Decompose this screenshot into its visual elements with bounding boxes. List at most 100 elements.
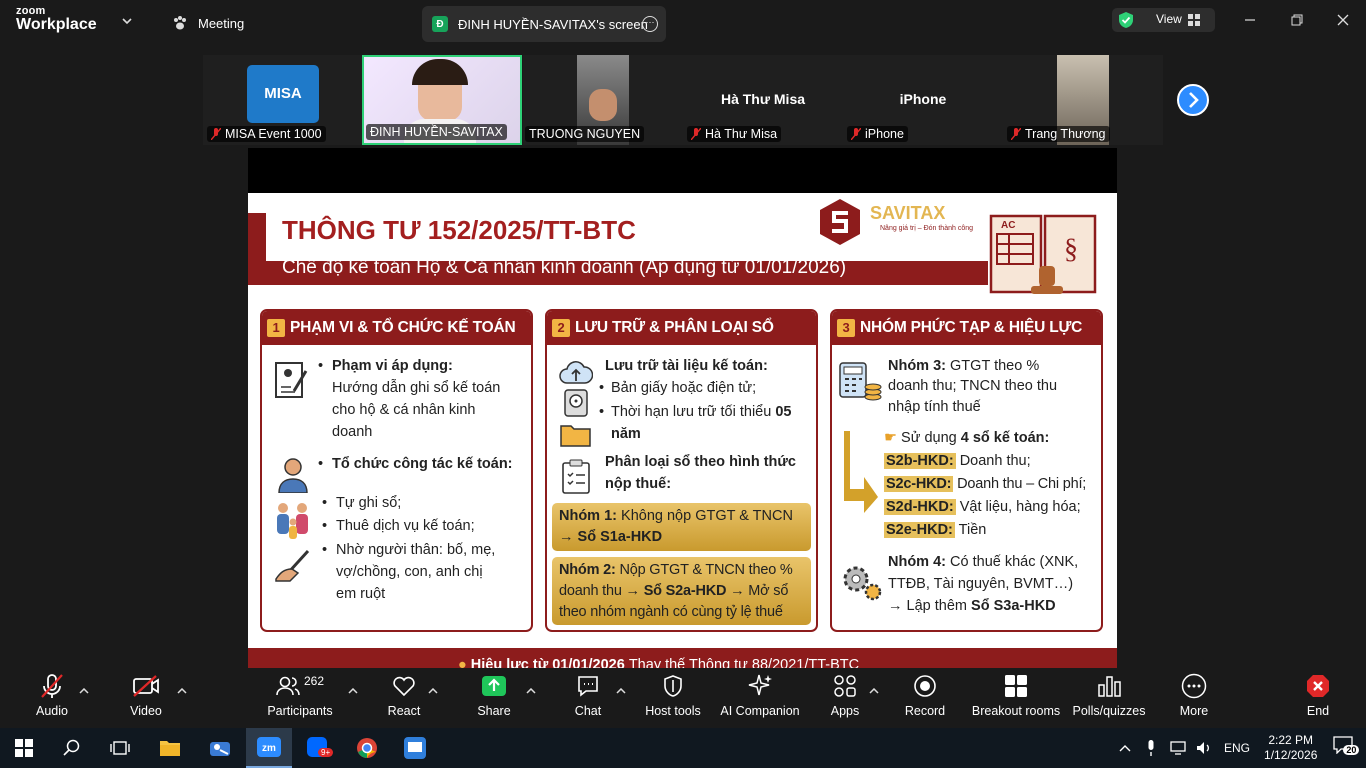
audio-button[interactable]: Audio xyxy=(30,668,74,728)
misa-logo: MISA xyxy=(247,65,319,123)
view-button[interactable]: View xyxy=(1112,8,1215,32)
participant-tile[interactable]: TRUONG NGUYEN xyxy=(523,55,683,145)
minimize-icon[interactable] xyxy=(1240,10,1260,30)
meeting-menu[interactable]: Meeting xyxy=(172,13,244,33)
remote-desktop-app[interactable] xyxy=(392,728,438,768)
book-desc: Doanh thu; xyxy=(959,453,1031,469)
mic-muted-icon xyxy=(1011,128,1021,140)
host-tools-label: Host tools xyxy=(645,704,701,718)
g4-line3: → Lập thêm Sổ S3a-HKD xyxy=(888,595,1056,617)
participant-tile[interactable]: iPhone iPhone xyxy=(843,55,1003,145)
apps-button[interactable]: Apps xyxy=(825,668,865,728)
calculator-coins-icon xyxy=(839,362,882,401)
savitax-wordmark: SAVITAX xyxy=(870,203,946,223)
participant-tile-active-speaker[interactable]: ĐINH HUYỀN-SAVITAX xyxy=(362,55,522,145)
group1-line2: → Sổ S1a-HKD xyxy=(559,527,804,548)
chevron-down-icon[interactable] xyxy=(121,15,133,27)
microphone-icon[interactable] xyxy=(1146,740,1156,756)
start-button[interactable] xyxy=(0,728,48,768)
chevron-up-icon[interactable] xyxy=(616,688,626,694)
network-icon[interactable] xyxy=(1170,741,1186,755)
panel-number: 2 xyxy=(552,319,570,337)
more-options-icon[interactable]: ··· xyxy=(642,16,658,32)
apps-label: Apps xyxy=(830,704,860,718)
family-icon xyxy=(277,503,308,539)
book-line: S2d-HKD: Vật liệu, hàng hóa; xyxy=(884,496,1081,518)
panel-complex-groups: 3 NHÓM PHỨC TẠP & HIỆU LỰC Nhóm 3: GTGT t… xyxy=(830,309,1103,632)
share-button[interactable]: Share xyxy=(474,668,514,728)
storage-years: 05 xyxy=(775,404,792,420)
gallery-next-button[interactable] xyxy=(1177,84,1209,116)
participant-face xyxy=(589,89,617,121)
chevron-up-icon[interactable] xyxy=(177,688,187,694)
polls-button[interactable]: Polls/quizzes xyxy=(1072,668,1146,728)
chevron-up-icon[interactable] xyxy=(1118,743,1132,753)
meeting-controls: Audio Video 262 Participants React Share… xyxy=(0,668,1366,728)
record-button[interactable]: Record xyxy=(902,668,948,728)
panel-header: 2 LƯU TRỮ & PHÂN LOẠI SỔ xyxy=(547,311,816,345)
breakout-rooms-button[interactable]: Breakout rooms xyxy=(970,668,1062,728)
clipboard-checklist-icon xyxy=(562,459,590,494)
logo-line2: Workplace xyxy=(16,16,97,33)
snipping-tool-app[interactable] xyxy=(196,728,244,768)
folder-icon xyxy=(560,425,591,447)
react-button[interactable]: React xyxy=(384,668,424,728)
notification-center[interactable]: 20 xyxy=(1333,736,1361,760)
video-button[interactable]: Video xyxy=(124,668,168,728)
g4-line2: TTĐB, Tài nguyên, BVMT…) xyxy=(888,576,1074,592)
shield-icon xyxy=(664,675,682,697)
book-code: S2b-HKD: xyxy=(884,453,956,469)
host-tools-button[interactable]: Host tools xyxy=(642,668,704,728)
restore-icon[interactable] xyxy=(1287,10,1307,30)
chevron-right-icon xyxy=(1189,92,1199,108)
heart-icon xyxy=(393,676,415,697)
participants-button[interactable]: 262 Participants xyxy=(266,668,334,728)
bullet-dot: • xyxy=(322,542,328,558)
group2-line2: doanh thu → Sổ S2a-HKD → Mở sổ xyxy=(559,581,804,602)
zalo-app[interactable]: 9+ xyxy=(294,728,342,768)
org-title-text: Tổ chức công tác kế toán: xyxy=(332,456,513,472)
zoom-app[interactable]: zm xyxy=(246,728,292,768)
ai-companion-button[interactable]: AI Companion xyxy=(718,668,802,728)
panel-header: 1 PHẠM VI & TỔ CHỨC KẾ TOÁN xyxy=(262,311,531,345)
remote-app-icon xyxy=(404,737,426,759)
zoom-logo: zoom Workplace xyxy=(16,6,97,33)
chrome-app[interactable] xyxy=(344,728,390,768)
end-button[interactable]: End xyxy=(1298,668,1338,728)
close-icon[interactable] xyxy=(1333,10,1353,30)
clock[interactable]: 2:22 PM 1/12/2026 xyxy=(1264,733,1317,763)
folder-icon xyxy=(160,741,180,756)
group1-label: Nhóm 1: xyxy=(559,508,617,524)
chevron-up-icon[interactable] xyxy=(526,688,536,694)
pointing-hand-icon: ☛ xyxy=(884,430,897,446)
meeting-label: Meeting xyxy=(198,15,245,31)
g3-line1: Nhóm 3: GTGT theo % xyxy=(888,355,1039,377)
search-button[interactable] xyxy=(48,728,96,768)
chat-button[interactable]: Chat xyxy=(568,668,608,728)
video-label: Video xyxy=(130,704,162,718)
participant-tile[interactable]: MISA MISA Event 1000 xyxy=(203,55,363,145)
participant-name-tag: iPhone xyxy=(847,126,908,142)
effective-date-text: ● Hiệu lực từ 01/01/2026 Thay thế Thông … xyxy=(458,657,859,668)
group2-text-a: doanh thu → xyxy=(559,583,640,599)
group2-text-c: → Mở sổ xyxy=(730,583,789,599)
effective-date-bar: ● Hiệu lực từ 01/01/2026 Thay thế Thông … xyxy=(248,648,1117,668)
chevron-up-icon[interactable] xyxy=(869,688,879,694)
system-tray: ENG 2:22 PM 1/12/2026 20 xyxy=(1118,728,1361,768)
participant-tile[interactable]: Trang Thương xyxy=(1003,55,1163,145)
chevron-up-icon[interactable] xyxy=(79,688,89,694)
paw-icon xyxy=(174,16,186,30)
volume-icon[interactable] xyxy=(1196,741,1212,755)
participant-tile[interactable]: Hà Thư Misa Hà Thư Misa xyxy=(683,55,843,145)
chevron-up-icon[interactable] xyxy=(348,688,358,694)
task-view-button[interactable] xyxy=(96,728,144,768)
chevron-up-icon[interactable] xyxy=(428,688,438,694)
file-explorer-app[interactable] xyxy=(146,728,194,768)
screen-share-indicator[interactable]: Đ ĐINH HUYỀN-SAVITAX's screen ··· xyxy=(422,6,666,42)
participant-name-tag: MISA Event 1000 xyxy=(207,126,326,142)
participant-name-tag: Hà Thư Misa xyxy=(687,126,782,142)
book-desc: Tiền xyxy=(958,522,987,538)
more-button[interactable]: More xyxy=(1174,668,1214,728)
language-indicator[interactable]: ENG xyxy=(1224,741,1250,755)
record-icon xyxy=(914,675,936,697)
